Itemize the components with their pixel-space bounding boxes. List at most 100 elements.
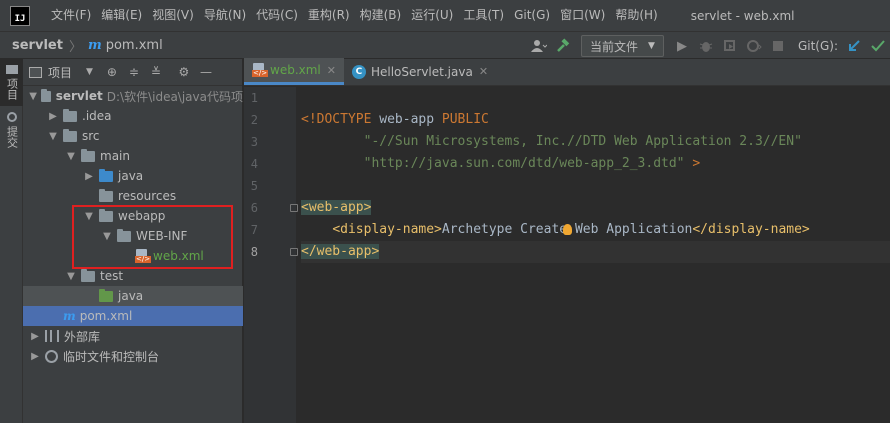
window-title: servlet - web.xml [690, 8, 795, 23]
line-number: 8 [250, 245, 258, 259]
tree-item-pom[interactable]: m pom.xml [23, 306, 243, 326]
git-update-icon[interactable] [843, 35, 865, 57]
tree-item-test[interactable]: ▼ test [23, 266, 243, 286]
commit-icon [6, 112, 17, 122]
menu-build[interactable]: 构建(B) [355, 0, 407, 31]
profile-icon[interactable] [743, 35, 765, 57]
menu-edit[interactable]: 编辑(E) [96, 0, 147, 31]
close-icon[interactable]: ✕ [327, 64, 336, 77]
line-number: 6 [250, 201, 258, 215]
close-icon[interactable]: ✕ [479, 65, 488, 78]
chevron-down-icon[interactable]: ▼ [47, 131, 59, 142]
chevron-right-icon[interactable]: ▶ [29, 351, 41, 362]
breadcrumb-file[interactable]: pom.xml [106, 38, 163, 53]
library-icon [45, 330, 59, 342]
code-token: web-app [371, 112, 442, 127]
chevron-down-icon[interactable]: ▼ [29, 91, 37, 102]
coverage-icon[interactable] [719, 35, 741, 57]
run-icon[interactable]: ▶ [671, 35, 693, 57]
tree-label-servlet: servlet [55, 89, 103, 103]
code-line-4: "http://java.sun.com/dtd/web-app_2_3.dtd… [301, 153, 890, 175]
scratches-icon [45, 349, 58, 363]
tree-item-java-main[interactable]: ▶ java [23, 166, 243, 186]
minimize-icon[interactable]: — [195, 61, 217, 83]
tree-item-external-libs[interactable]: ▶ 外部库 [23, 326, 243, 346]
line-number-gutter: 1 2 3 4 5 6 7 8 [244, 87, 298, 423]
tree-item-scratches[interactable]: ▶ 临时文件和控制台 [23, 346, 243, 366]
tree-label-java-test: java [118, 289, 144, 303]
chevron-right-icon[interactable]: ▶ [29, 331, 41, 342]
git-commit-icon[interactable] [867, 35, 889, 57]
tree-item-resources[interactable]: resources [23, 186, 243, 206]
tree-item-main[interactable]: ▼ main [23, 146, 243, 166]
menu-run[interactable]: 运行(U) [406, 0, 458, 31]
code-line-6: <web-app> [301, 197, 890, 219]
intellij-logo-icon: IJ [10, 5, 30, 26]
annotation-highlight-box [72, 205, 233, 269]
tree-label-idea: .idea [82, 109, 112, 123]
locate-icon[interactable]: ⊕ [101, 61, 123, 83]
code-token: "http://java.sun.com/dtd/web-app_2_3.dtd… [301, 156, 685, 171]
commit-tool-tab[interactable]: 提交 [0, 106, 23, 154]
chevron-down-icon[interactable]: ▼ [65, 271, 77, 282]
menu-tools[interactable]: 工具(T) [458, 0, 509, 31]
code-line-8: </web-app> [301, 241, 890, 263]
tree-item-java-test[interactable]: java [23, 286, 243, 306]
tab-helloservlet[interactable]: C HelloServlet.java ✕ [344, 58, 496, 85]
project-tool-tab[interactable]: 项目 [0, 59, 23, 106]
menu-refactor[interactable]: 重构(R) [303, 0, 355, 31]
view-dropdown-icon[interactable]: ▼ [86, 67, 93, 77]
breadcrumb-separator-icon: 〉 [68, 39, 82, 55]
commit-tool-label: 提交 [5, 126, 19, 148]
expand-all-icon[interactable]: ≑ [123, 61, 145, 83]
folder-icon [63, 128, 77, 142]
menu-code[interactable]: 代码(C) [251, 0, 303, 31]
menu-window[interactable]: 窗口(W) [555, 0, 610, 31]
menu-navigate[interactable]: 导航(N) [199, 0, 251, 31]
run-config-select[interactable]: 当前文件 ▼ [581, 35, 664, 57]
maven-icon: m [63, 309, 76, 323]
tab-helloservlet-label: HelloServlet.java [370, 64, 473, 79]
tab-web-xml[interactable]: web.xml ✕ [244, 58, 344, 85]
code-token: PUBLIC [441, 112, 489, 127]
tree-item-servlet[interactable]: ▼ servlet D:\软件\idea\java代码项 [23, 86, 243, 106]
tree-label-external-libs: 外部库 [64, 329, 101, 344]
collapse-all-icon[interactable]: ≚ [145, 61, 167, 83]
project-panel-header: 项目 ▼ ⊕ ≑ ≚ ⚙ — [23, 59, 242, 86]
menu-file[interactable]: 文件(F) [46, 0, 96, 31]
resources-folder-icon [99, 188, 113, 202]
debug-icon[interactable] [695, 35, 717, 57]
test-source-folder-icon [99, 288, 113, 302]
gear-icon[interactable]: ⚙ [173, 61, 195, 83]
code-editor[interactable]: <!DOCTYPE web-app PUBLIC "-//Sun Microsy… [301, 87, 890, 263]
fold-marker-icon[interactable] [290, 248, 298, 256]
line-number: 2 [250, 113, 258, 127]
project-panel-title[interactable]: 项目 [48, 64, 72, 81]
build-hammer-icon[interactable] [552, 35, 574, 57]
tree-item-src[interactable]: ▼ src [23, 126, 243, 146]
chevron-right-icon[interactable]: ▶ [47, 111, 59, 122]
project-tool-label: 项目 [5, 78, 19, 100]
git-label: Git(G): [797, 39, 838, 53]
code-token: <web-app> [301, 200, 372, 215]
tree-item-idea[interactable]: ▶ .idea [23, 106, 243, 126]
menu-git[interactable]: Git(G) [509, 0, 555, 31]
code-token: <!DOCTYPE [301, 112, 372, 127]
chevron-down-icon[interactable]: ▼ [65, 151, 77, 162]
breadcrumb-project[interactable]: servlet [12, 38, 63, 53]
editor-area: web.xml ✕ C HelloServlet.java ✕ 1 2 3 4 … [244, 58, 890, 423]
folder-icon [81, 148, 95, 162]
menu-bar: IJ 文件(F) 编辑(E) 视图(V) 导航(N) 代码(C) 重构(R) 构… [0, 0, 890, 31]
menu-help[interactable]: 帮助(H) [610, 0, 662, 31]
user-icon[interactable] [528, 35, 550, 57]
stop-icon[interactable] [767, 35, 789, 57]
code-token: </display-name> [692, 222, 810, 237]
chevron-right-icon[interactable]: ▶ [83, 171, 95, 182]
fold-marker-icon[interactable] [290, 204, 298, 212]
line-number: 4 [250, 157, 258, 171]
menu-view[interactable]: 视图(V) [147, 0, 199, 31]
navigation-bar: servlet 〉 m pom.xml 当前文件 ▼ ▶ Git(G): [0, 31, 890, 59]
